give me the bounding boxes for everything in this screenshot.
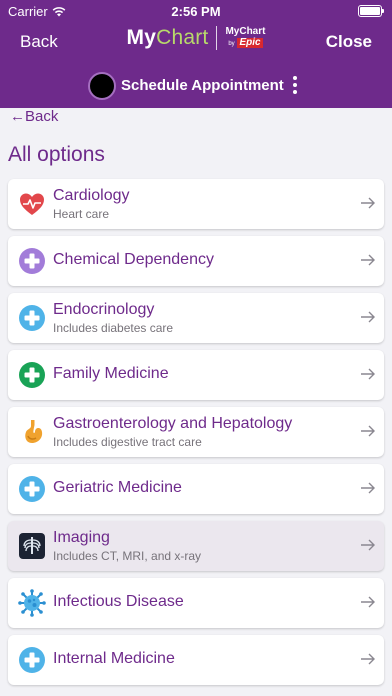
arrow-right-icon <box>361 311 375 323</box>
bottom-edge <box>0 690 392 696</box>
list-item-endocrinology[interactable]: Endocrinology Includes diabetes care <box>8 293 384 343</box>
item-title: Family Medicine <box>53 365 169 382</box>
arrow-right-icon <box>361 539 375 551</box>
arrow-right-icon <box>361 254 375 266</box>
plus-circle-icon <box>19 305 45 331</box>
list-item-geriatric-medicine[interactable]: Geriatric Medicine <box>8 464 384 514</box>
plus-circle-icon <box>19 647 45 673</box>
item-description: Heart care <box>53 207 110 221</box>
list-item-chemical-dependency[interactable]: Chemical Dependency <box>8 236 384 286</box>
status-bar: Carrier 2:56 PM <box>0 0 392 22</box>
logo-wordmark: MyChart <box>127 26 209 50</box>
section-title: All options <box>8 143 105 166</box>
plus-circle-icon <box>19 362 45 388</box>
item-title: Chemical Dependency <box>53 251 214 268</box>
arrow-right-icon <box>361 596 375 608</box>
list-item-family-medicine[interactable]: Family Medicine <box>8 350 384 400</box>
logo-chart: Chart <box>156 26 209 49</box>
item-description: Includes digestive tract care <box>53 435 202 449</box>
arrow-right-icon <box>361 368 375 380</box>
item-title: Geriatric Medicine <box>53 479 182 496</box>
logo-divider <box>216 26 218 50</box>
epic-logo: MyChart by Epic <box>225 27 265 49</box>
item-title: Gastroenterology and Hepatology <box>53 415 293 432</box>
list-item-cardiology[interactable]: Cardiology Heart care <box>8 179 384 229</box>
list-item-imaging[interactable]: Imaging Includes CT, MRI, and x-ray <box>8 521 384 571</box>
list-item-internal-medicine[interactable]: Internal Medicine <box>8 635 384 685</box>
item-title: Internal Medicine <box>53 650 175 667</box>
virus-icon <box>18 589 46 617</box>
heart-icon <box>20 193 44 215</box>
item-title: Infectious Disease <box>53 593 184 610</box>
epic-logo-by: by <box>228 41 235 47</box>
nav-bar: Back MyChart MyChart by Epic Close <box>0 22 392 62</box>
arrow-right-icon <box>361 425 375 437</box>
arrow-right-icon <box>361 653 375 665</box>
avatar[interactable] <box>88 72 116 100</box>
more-options-icon[interactable] <box>291 74 299 96</box>
stomach-icon <box>25 420 43 443</box>
item-title: Endocrinology <box>53 301 155 318</box>
battery-icon <box>358 5 384 17</box>
plus-circle-icon <box>19 476 45 502</box>
page-title: Schedule Appointment <box>121 77 284 94</box>
plus-circle-icon <box>19 248 45 274</box>
epic-logo-top: MyChart <box>225 26 266 37</box>
item-title: Imaging <box>53 529 110 546</box>
app-header: Carrier 2:56 PM Back MyChart MyChart by … <box>0 0 392 108</box>
clock: 2:56 PM <box>171 4 221 19</box>
subheader: Schedule Appointment <box>0 70 392 102</box>
logo-my: My <box>126 26 157 49</box>
list-item-gastroenterology[interactable]: Gastroenterology and Hepatology Includes… <box>8 407 384 457</box>
xray-icon <box>19 533 45 559</box>
arrow-right-icon <box>361 197 375 209</box>
list-item-infectious-disease[interactable]: Infectious Disease <box>8 578 384 628</box>
arrow-right-icon <box>361 482 375 494</box>
close-button[interactable]: Close <box>326 32 372 52</box>
specialty-list: Cardiology Heart care Chemical Dependenc… <box>8 179 384 692</box>
item-title: Cardiology <box>53 187 130 204</box>
item-description: Includes diabetes care <box>53 321 174 335</box>
back-link[interactable]: ←Back <box>10 108 58 125</box>
epic-logo-epic: Epic <box>237 37 263 48</box>
item-description: Includes CT, MRI, and x-ray <box>53 549 202 563</box>
